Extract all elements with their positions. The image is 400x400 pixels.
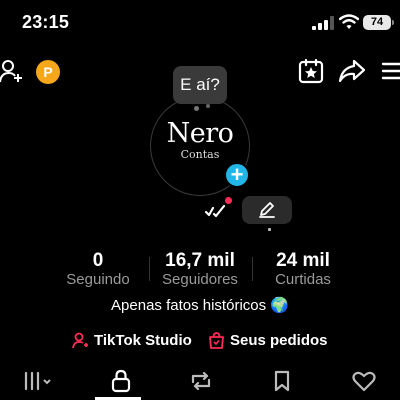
likes-label[interactable]: Curtidas — [253, 271, 353, 288]
cell-signal-icon — [312, 16, 334, 30]
bubble-dot-small — [206, 104, 210, 108]
orders-label: Seus pedidos — [230, 331, 328, 349]
avatar-name-text: Nero — [166, 118, 234, 149]
following-count[interactable]: 0 — [48, 250, 148, 272]
wifi-icon — [339, 14, 359, 29]
add-story-button[interactable]: + — [224, 162, 250, 188]
bio-text: Apenas fatos históricos 🌍 — [111, 297, 289, 314]
edit-tail-dot — [268, 228, 271, 231]
repost-icon[interactable] — [187, 369, 215, 393]
heart-icon[interactable] — [350, 369, 378, 393]
calendar-star-icon[interactable] — [298, 58, 324, 84]
avatar-sub-text: Contas — [180, 148, 220, 161]
grid-icon[interactable] — [22, 369, 56, 393]
coin-icon[interactable]: P — [36, 60, 60, 84]
tiktok-studio-link[interactable]: TikTok Studio — [72, 330, 192, 350]
orders-link[interactable]: Seus pedidos — [208, 330, 328, 350]
add-user-icon[interactable] — [0, 58, 24, 84]
notification-dot — [225, 197, 232, 204]
shopping-bag-icon — [209, 331, 224, 349]
check-squiggle-icon[interactable] — [205, 202, 227, 218]
note-bubble[interactable]: E aí? — [173, 66, 227, 104]
menu-icon[interactable] — [381, 60, 400, 82]
edit-icon — [259, 202, 275, 218]
status-time: 23:15 — [22, 12, 70, 32]
following-label[interactable]: Seguindo — [48, 271, 148, 288]
edit-profile-button[interactable] — [242, 196, 292, 224]
battery-indicator: 74 — [363, 15, 394, 30]
share-icon[interactable] — [338, 58, 366, 84]
followers-label[interactable]: Seguidores — [150, 271, 250, 288]
followers-count[interactable]: 16,7 mil — [150, 250, 250, 272]
tiktok-studio-label: TikTok Studio — [94, 331, 192, 349]
bookmark-icon[interactable] — [268, 369, 296, 393]
lock-icon[interactable] — [107, 369, 135, 393]
bubble-dot — [194, 106, 199, 111]
studio-person-icon — [72, 332, 88, 348]
likes-count[interactable]: 24 mil — [253, 250, 353, 272]
